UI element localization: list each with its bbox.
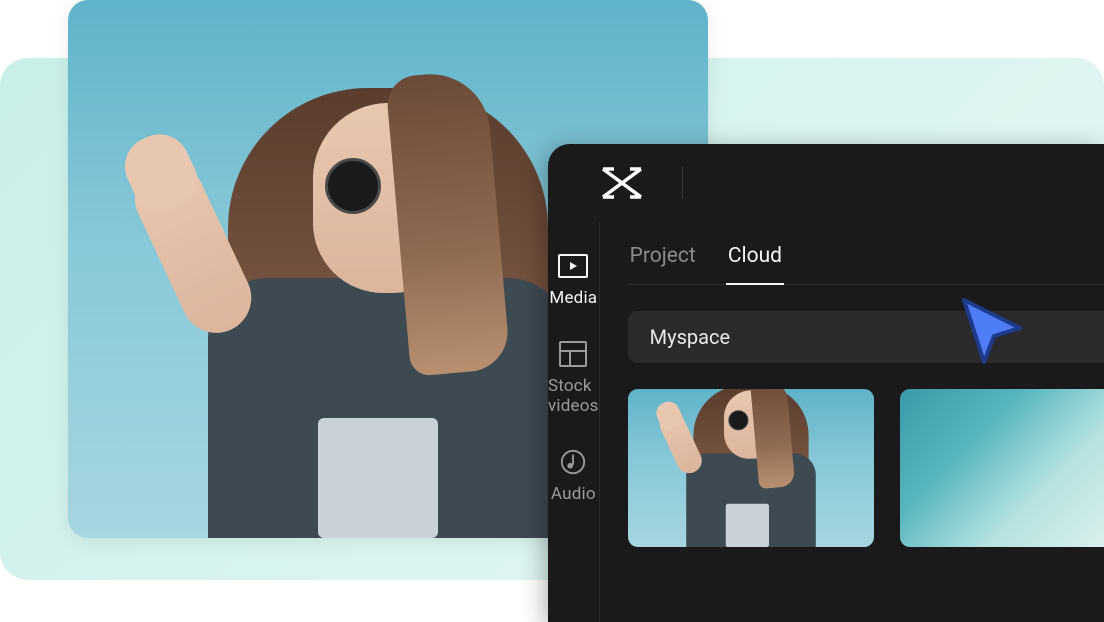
thumbnail-clip-ice[interactable] (900, 389, 1104, 547)
thumbnail-grid (628, 389, 1104, 547)
title-bar (548, 144, 1104, 222)
tabs: Project Cloud (628, 240, 1104, 285)
sidebar-item-media[interactable]: Media (548, 236, 599, 324)
sidebar-item-audio[interactable]: Audio (548, 432, 599, 520)
cursor-pointer-icon (952, 290, 1034, 372)
main-panel: Project Cloud Myspace (600, 222, 1104, 622)
divider (682, 167, 683, 199)
sidebar-item-label: Stock videos (548, 376, 599, 416)
audio-icon (557, 448, 589, 476)
sidebar: Media Stock videos (548, 222, 600, 622)
sidebar-item-label: Audio (551, 484, 596, 504)
app-logo-icon (600, 166, 644, 200)
folder-label: Myspace (650, 325, 730, 349)
tab-cloud[interactable]: Cloud (726, 240, 784, 284)
editor-window: Media Stock videos (548, 144, 1104, 622)
tab-project[interactable]: Project (628, 240, 698, 284)
sidebar-item-stock-videos[interactable]: Stock videos (548, 324, 599, 432)
stock-videos-icon (557, 340, 589, 368)
thumbnail-clip-person[interactable] (628, 389, 874, 547)
sidebar-item-label: Media (549, 288, 597, 308)
media-icon (557, 252, 589, 280)
